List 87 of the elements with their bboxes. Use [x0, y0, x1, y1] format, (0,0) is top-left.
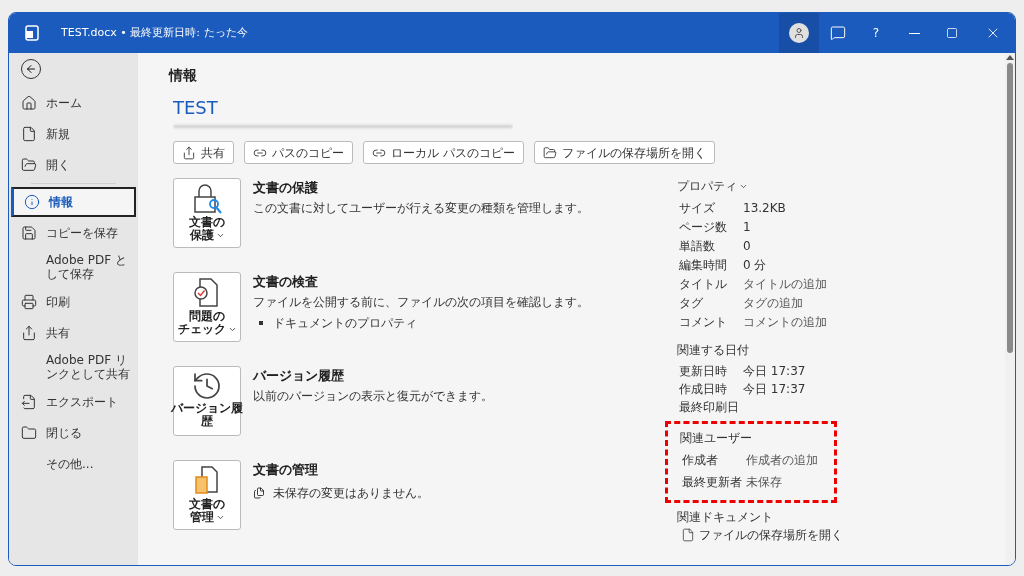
user-value[interactable]: 作成者の追加 [746, 451, 818, 469]
sidebar-item[interactable]: その他... [11, 448, 136, 479]
date-value: 今日 17:37 [743, 381, 806, 398]
action-button[interactable]: 共有 [173, 141, 234, 164]
property-label: 単語数 [678, 237, 716, 255]
property-label: コメント [678, 313, 728, 331]
sidebar-item[interactable]: 新規 [11, 118, 136, 149]
sidebar-item[interactable]: 開く [11, 149, 136, 180]
sidebar-item[interactable]: Adobe PDF リンクとして共有 [11, 348, 136, 386]
property-input[interactable]: タイトルの追加 [743, 274, 827, 293]
date-label: 作成日時 [678, 381, 728, 398]
section-button[interactable]: 問題の チェック [173, 272, 241, 342]
history-icon [191, 370, 223, 402]
properties-dropdown[interactable]: プロパティ [677, 177, 748, 195]
word-icon [25, 25, 39, 41]
sidebar-item[interactable]: 閉じる [11, 417, 136, 448]
scrollbar[interactable] [1005, 53, 1015, 565]
avatar-icon [789, 23, 809, 43]
section-description: ファイルを公開する前に、ファイルの次の項目を確認します。 [253, 293, 589, 311]
share-icon [182, 145, 196, 160]
export-icon [21, 393, 37, 410]
open-location-link[interactable]: ファイルの保存場所を開く [681, 526, 843, 544]
documents-heading: 関連ドキュメント [677, 509, 774, 526]
section-title: 文書の検査 [253, 273, 318, 291]
document-icon [681, 528, 695, 542]
date-value: 今日 17:37 [743, 363, 806, 380]
date-label: 更新日時 [678, 363, 728, 380]
document-title: TEST [173, 96, 218, 120]
sidebar-item[interactable]: エクスポート [11, 386, 136, 417]
user-label: 最終更新者 [681, 474, 743, 491]
section-description: 以前のバージョンの表示と復元ができます。 [253, 387, 493, 405]
folder-icon [21, 424, 37, 441]
property-value: 0 [743, 237, 751, 255]
users-heading: 関連ユーザー [680, 430, 753, 447]
property-label: タイトル [678, 275, 728, 293]
documents-icon [253, 486, 265, 499]
section-title: バージョン履歴 [253, 367, 344, 385]
section-note: 未保存の変更はありません。 [273, 484, 429, 502]
sidebar-item[interactable]: コピーを保存 [11, 217, 136, 248]
dates-heading: 関連する日付 [677, 342, 750, 359]
caret-icon [215, 231, 225, 240]
property-value: 1 [743, 218, 751, 236]
share-icon [21, 324, 37, 341]
property-value: 13.2KB [743, 199, 786, 217]
maximize-icon [946, 27, 958, 39]
user-label: 作成者 [681, 452, 719, 469]
sidebar-item[interactable]: 情報 [11, 187, 136, 217]
action-button[interactable]: ファイルの保存場所を開く [533, 141, 715, 164]
window-title: TEST.docx • 最終更新日時: たった今 [61, 24, 248, 41]
date-label: 最終印刷日 [678, 399, 740, 416]
caret-icon [215, 513, 225, 522]
action-button[interactable]: パスのコピー [244, 141, 353, 164]
section-description: この文書に対してユーザーが行える変更の種類を管理します。 [253, 199, 589, 217]
page-heading: 情報 [169, 66, 198, 85]
property-input[interactable]: タグの追加 [743, 293, 803, 312]
property-value: 0 分 [743, 256, 767, 274]
feedback-icon [830, 25, 846, 41]
sidebar-item[interactable]: ホーム [11, 87, 136, 118]
property-label: サイズ [678, 199, 716, 217]
section-title: 文書の保護 [253, 179, 318, 197]
sidebar-item[interactable]: Adobe PDF として保存 [11, 248, 136, 286]
help-button[interactable]: ? [857, 13, 895, 53]
bullet-icon [259, 320, 263, 325]
floppy-icon [21, 224, 37, 241]
folder-icon [21, 156, 37, 173]
printer-icon [21, 293, 37, 310]
section-button[interactable]: 文書の 保護 [173, 178, 241, 248]
bullet-text: ドキュメントのプロパティ [273, 314, 417, 332]
sidebar-item[interactable]: 共有 [11, 317, 136, 348]
account-button[interactable] [779, 13, 819, 53]
property-label: タグ [678, 294, 704, 312]
property-input[interactable]: コメントの追加 [743, 312, 827, 331]
section-button[interactable]: 文書の 管理 [173, 460, 241, 530]
info-icon [24, 194, 40, 210]
user-value: 未保存 [746, 474, 782, 491]
folder-icon [542, 145, 557, 160]
property-label: 編集時間 [678, 256, 728, 274]
document-icon [21, 125, 37, 142]
sidebar-item[interactable]: 印刷 [11, 286, 136, 317]
section-title: 文書の管理 [253, 461, 318, 479]
minimize-icon [908, 32, 920, 34]
action-button[interactable]: ローカル パスのコピー [363, 141, 524, 164]
home-icon [21, 94, 37, 111]
back-arrow-icon [25, 63, 37, 75]
caret-icon [227, 325, 237, 334]
section-button[interactable]: バージョン履 歴 [173, 366, 241, 436]
property-label: ページ数 [678, 218, 728, 236]
